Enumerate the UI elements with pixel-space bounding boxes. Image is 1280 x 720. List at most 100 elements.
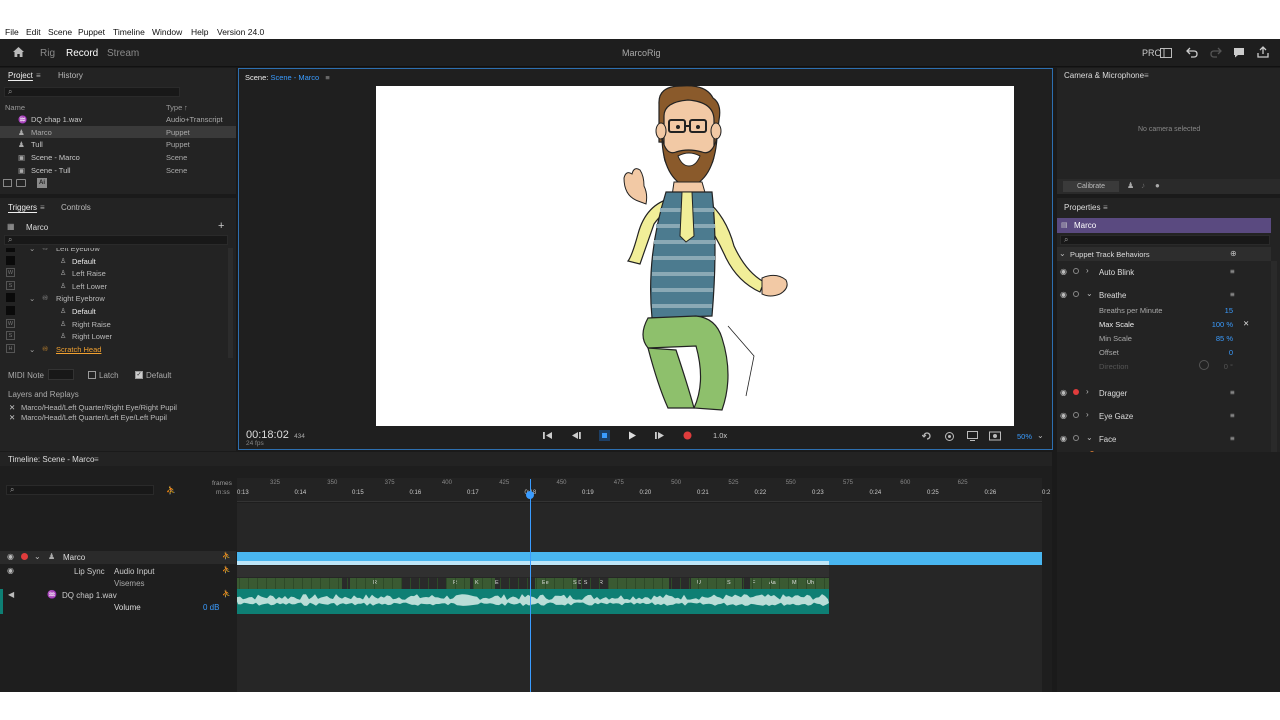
menu-edit[interactable]: Edit <box>26 27 41 37</box>
menu-timeline[interactable]: Timeline <box>113 27 145 37</box>
tab-project[interactable]: Project <box>8 71 33 80</box>
play-icon[interactable] <box>628 431 637 440</box>
behavior-param[interactable]: Breaths per Minute 15 <box>1057 303 1271 317</box>
record-arm-icon[interactable] <box>1073 389 1079 395</box>
tab-triggers[interactable]: Triggers <box>8 203 37 212</box>
mic-icon[interactable]: ♪ <box>1141 181 1145 190</box>
home-icon[interactable] <box>12 46 25 58</box>
scene-ref-icon[interactable]: ⛹ <box>222 590 231 598</box>
new-folder-icon[interactable] <box>3 179 12 187</box>
timeline-ruler[interactable]: 0:130:140:150:160:170:180:190:200:210:22… <box>237 478 1050 502</box>
trigger-item[interactable]: S ♙ Right Lower <box>0 330 228 343</box>
chevron-right-icon[interactable]: › <box>1086 410 1089 419</box>
workspace-rig[interactable]: Rig <box>40 48 55 59</box>
column-type[interactable]: Type <box>166 103 182 112</box>
redo-icon[interactable] <box>1210 47 1222 58</box>
visibility-icon[interactable]: ◉ <box>1060 267 1067 276</box>
behavior-header[interactable]: ◉ ⌄ Breathe ≡ <box>1057 287 1271 303</box>
scene-canvas[interactable] <box>376 86 1014 426</box>
param-value[interactable]: 100 % <box>1212 320 1233 329</box>
volume-value[interactable]: 0 dB <box>203 603 219 612</box>
trigger-key-badge[interactable]: S <box>6 331 15 341</box>
record-arm-icon[interactable] <box>1073 291 1079 297</box>
feedback-icon[interactable] <box>1233 47 1245 58</box>
panel-menu-icon[interactable]: ≡ <box>1144 71 1149 80</box>
behavior-menu-icon[interactable]: ≡ <box>1230 290 1235 299</box>
menu-puppet[interactable]: Puppet <box>78 27 105 37</box>
chevron-down-icon[interactable]: ⌄ <box>1037 431 1044 440</box>
panel-menu-icon[interactable]: ≡ <box>1103 203 1108 212</box>
remove-icon[interactable]: ✕ <box>9 413 15 422</box>
chevron-down-icon[interactable]: ⌄ <box>29 294 35 303</box>
zoom-level[interactable]: 50% <box>1017 432 1032 441</box>
trigger-item[interactable]: ⌄ ♾ Right Eyebrow <box>0 292 228 305</box>
behavior-menu-icon[interactable]: ≡ <box>1230 388 1235 397</box>
project-item[interactable]: ♒ DQ chap 1.wav Audio+Transcript <box>0 113 236 126</box>
column-name[interactable]: Name <box>5 103 25 112</box>
scene-ref-icon[interactable]: ⛹ <box>222 566 231 574</box>
record-arm-icon[interactable] <box>1073 268 1079 274</box>
ai-badge-icon[interactable]: Ai <box>37 178 47 188</box>
trigger-scrollbar[interactable] <box>228 248 233 358</box>
behavior-menu-icon[interactable]: ≡ <box>1230 411 1235 420</box>
param-value[interactable]: 85 % <box>1216 334 1233 343</box>
trigger-key-badge[interactable]: S <box>6 280 15 290</box>
scene-ref-icon[interactable]: ⛹ <box>222 552 231 560</box>
layout-icon[interactable] <box>1160 48 1172 58</box>
menu-help[interactable]: Help <box>191 27 208 37</box>
loop-icon[interactable] <box>922 431 932 441</box>
trigger-search-input[interactable]: ⌕ <box>4 235 228 245</box>
record-arm-icon[interactable] <box>1073 435 1079 441</box>
share-icon[interactable] <box>1257 46 1269 58</box>
project-search-input[interactable]: ⌕ <box>4 87 180 97</box>
visibility-icon[interactable]: ◉ <box>7 566 14 575</box>
latch-checkbox[interactable] <box>88 371 96 379</box>
visemes-lane[interactable]: RRKEEeS D SRUSFAaMUh <box>237 578 829 589</box>
record-arm-icon[interactable] <box>1073 412 1079 418</box>
behavior-param[interactable]: Min Scale 85 % <box>1057 331 1271 345</box>
trigger-item[interactable]: W ♙ Left Raise <box>0 267 228 280</box>
chevron-right-icon[interactable]: › <box>1086 387 1089 396</box>
behavior-param[interactable]: Max Scale 100 % ✕ <box>1057 317 1271 331</box>
tab-controls[interactable]: Controls <box>61 203 91 212</box>
body-icon[interactable]: ♟ <box>1127 181 1134 190</box>
trigger-key-badge[interactable]: W <box>6 268 15 278</box>
trigger-item[interactable]: ♙ Default <box>0 255 228 268</box>
visibility-icon[interactable]: ◉ <box>1060 434 1067 443</box>
reset-icon[interactable]: ✕ <box>1243 319 1249 328</box>
display-icon[interactable] <box>967 431 979 441</box>
trigger-item[interactable]: W ♙ Right Raise <box>0 318 228 331</box>
import-icon[interactable] <box>16 179 26 187</box>
tab-history[interactable]: History <box>58 71 83 80</box>
marco-puppet[interactable] <box>376 86 1014 426</box>
record-icon[interactable] <box>683 431 692 440</box>
visibility-icon[interactable]: ◉ <box>1060 290 1067 299</box>
trigger-item[interactable]: ♙ Default <box>0 305 228 318</box>
behavior-header[interactable]: ◉ › Eye Gaze ≡ <box>1057 408 1271 424</box>
chevron-down-icon[interactable]: ⌄ <box>1059 249 1066 258</box>
record-arm-icon[interactable] <box>21 553 28 560</box>
chevron-down-icon[interactable]: ⌄ <box>29 248 35 253</box>
target-icon[interactable] <box>944 431 955 442</box>
midi-note-field[interactable] <box>48 369 74 380</box>
workspace-record[interactable]: Record <box>66 48 98 59</box>
menu-file[interactable]: File <box>5 27 19 37</box>
playhead-handle[interactable] <box>526 491 534 499</box>
track-header-marco[interactable]: ◉ ⌄ ♟ Marco ⛹ <box>0 551 236 564</box>
stop-icon[interactable] <box>599 430 610 441</box>
playhead[interactable] <box>530 479 531 692</box>
calibrate-button[interactable]: Calibrate <box>1063 181 1119 192</box>
panel-menu-icon[interactable]: ≡ <box>325 73 329 82</box>
param-value[interactable]: 15 <box>1225 306 1233 315</box>
behavior-header[interactable]: ◉ ⌄ Face ≡ <box>1057 431 1271 447</box>
panel-menu-icon[interactable]: ≡ <box>40 203 45 212</box>
trigger-item[interactable]: H ⌄ ♾ Scratch Head <box>0 343 228 356</box>
camera-view-icon[interactable] <box>989 430 1001 442</box>
panel-menu-icon[interactable]: ≡ <box>36 71 41 80</box>
visibility-icon[interactable]: ◉ <box>7 552 14 561</box>
chevron-down-icon[interactable]: ⌄ <box>1086 289 1093 298</box>
speaker-icon[interactable]: ◀ <box>8 590 14 599</box>
menu-window[interactable]: Window <box>152 27 182 37</box>
add-trigger-icon[interactable]: + <box>218 220 224 232</box>
go-to-start-icon[interactable] <box>543 431 553 440</box>
